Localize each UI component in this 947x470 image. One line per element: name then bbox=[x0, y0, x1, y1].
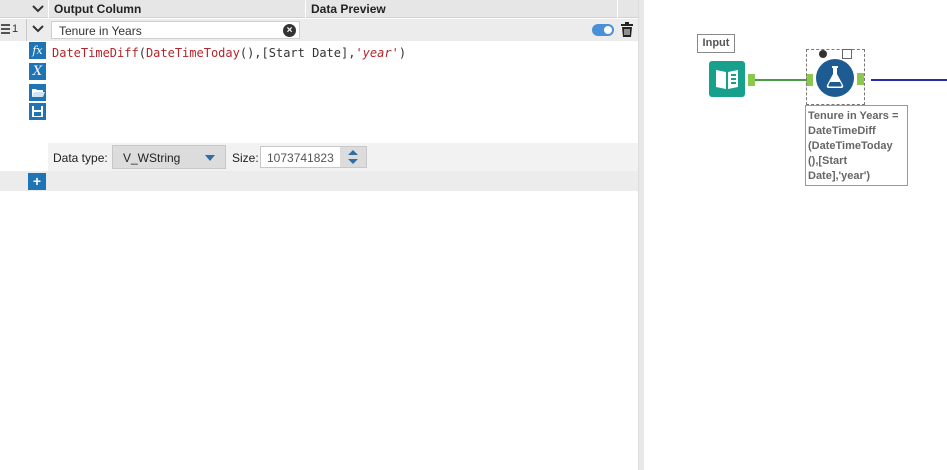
dropdown-arrow-icon bbox=[205, 155, 215, 161]
data-preview-header: Data Preview bbox=[311, 2, 386, 16]
flask-icon bbox=[826, 66, 844, 88]
data-type-bar: Data type: V_WString Size: 1073741823 bbox=[48, 143, 638, 171]
plus-icon[interactable]: + bbox=[28, 173, 46, 190]
trash-icon[interactable] bbox=[620, 22, 634, 38]
size-label: Size: bbox=[232, 151, 259, 165]
stepper-up-icon[interactable] bbox=[348, 150, 358, 155]
toggle-switch[interactable] bbox=[592, 24, 614, 36]
input-tool[interactable] bbox=[709, 61, 745, 97]
column-header-bar: Output Column Data Preview bbox=[0, 0, 638, 18]
data-type-value: V_WString bbox=[123, 151, 181, 165]
formula-tool[interactable] bbox=[816, 59, 854, 97]
search-icon bbox=[819, 50, 827, 58]
book-icon bbox=[716, 70, 738, 89]
variable-icon[interactable]: X bbox=[29, 63, 46, 80]
app-window: Output Column Data Preview 1 Tenure in Y… bbox=[0, 0, 947, 470]
data-type-select[interactable]: V_WString bbox=[112, 145, 226, 169]
expression-editor[interactable]: DateTimeDiff(DateTimeToday(),[Start Date… bbox=[48, 41, 638, 143]
stepper-down-icon[interactable] bbox=[348, 159, 358, 164]
expr-close-paren: ) bbox=[398, 46, 407, 60]
clear-icon[interactable]: × bbox=[283, 24, 296, 37]
add-row-bar: + bbox=[0, 171, 638, 191]
formula-config-panel: Output Column Data Preview 1 Tenure in Y… bbox=[0, 0, 638, 470]
output-column-input[interactable]: Tenure in Years × bbox=[51, 21, 300, 39]
workflow-canvas[interactable]: Input Tenure in Years = DateTimeDiff (Da… bbox=[644, 0, 947, 470]
size-input[interactable]: 1073741823 bbox=[260, 146, 367, 168]
formula-output-anchor[interactable] bbox=[857, 73, 864, 85]
output-column-header: Output Column bbox=[54, 2, 142, 16]
expr-arguments: (),[Start Date], bbox=[239, 46, 356, 60]
save-icon[interactable] bbox=[29, 103, 46, 120]
chevron-down-icon[interactable] bbox=[31, 22, 45, 36]
formula-row[interactable]: 1 Tenure in Years × bbox=[0, 19, 638, 41]
row-number: 1 bbox=[12, 23, 19, 35]
size-value: 1073741823 bbox=[267, 151, 334, 165]
chevron-down-icon[interactable] bbox=[31, 3, 45, 15]
formula-annotation: Tenure in Years = DateTimeDiff (DateTime… bbox=[805, 105, 908, 186]
connection-wire bbox=[755, 79, 806, 81]
size-stepper[interactable] bbox=[340, 147, 366, 167]
fx-icon[interactable]: fx bbox=[29, 42, 46, 59]
expr-string-literal: 'year' bbox=[355, 46, 399, 60]
input-output-anchor[interactable] bbox=[748, 74, 755, 86]
expr-function-datetimetoday: DateTimeToday bbox=[145, 46, 240, 60]
menu-handle-icon[interactable] bbox=[1, 24, 10, 36]
lightning-icon bbox=[842, 49, 852, 59]
connection-wire bbox=[871, 79, 947, 81]
input-tool-label: Input bbox=[697, 34, 735, 53]
output-column-value: Tenure in Years bbox=[59, 24, 142, 38]
data-type-label: Data type: bbox=[53, 151, 108, 165]
expr-function-datetimediff: DateTimeDiff bbox=[52, 46, 139, 60]
expression-text: DateTimeDiff(DateTimeToday(),[Start Date… bbox=[52, 46, 407, 60]
open-folder-icon[interactable] bbox=[29, 84, 46, 101]
